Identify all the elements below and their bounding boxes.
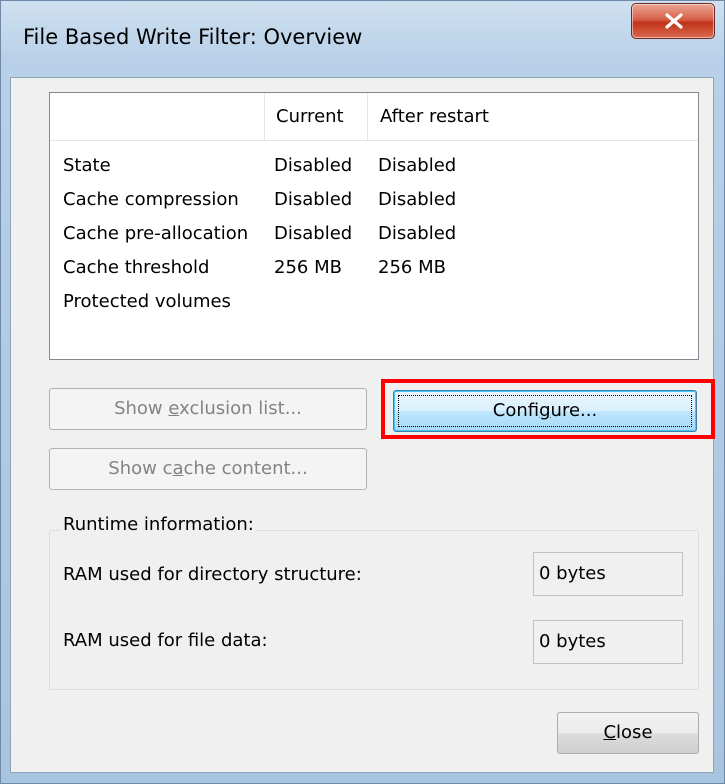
- row-label: Protected volumes: [63, 291, 231, 312]
- ram-file-data-label: RAM used for file data:: [63, 630, 268, 651]
- row-current: Disabled: [274, 155, 353, 176]
- row-after-restart: 256 MB: [378, 257, 446, 278]
- button-label: Show exclusion list...: [114, 398, 302, 419]
- ram-directory-value: 0 bytes: [533, 552, 683, 596]
- dialog-client-area: Current After restart State Disabled Dis…: [10, 77, 715, 773]
- configure-button[interactable]: Configure...: [393, 390, 697, 432]
- focus-rectangle: [398, 395, 692, 427]
- list-item[interactable]: Cache threshold 256 MB 256 MB: [50, 257, 698, 291]
- show-exclusion-list-button[interactable]: Show exclusion list...: [49, 388, 367, 430]
- show-cache-content-button[interactable]: Show cache content...: [49, 448, 367, 490]
- group-label: Runtime information:: [61, 514, 256, 535]
- status-list[interactable]: Current After restart State Disabled Dis…: [49, 92, 699, 360]
- row-after-restart: Disabled: [378, 189, 457, 210]
- ram-directory-label: RAM used for directory structure:: [63, 564, 362, 585]
- row-label: Cache compression: [63, 189, 239, 210]
- dialog-window: File Based Write Filter: Overview Curren…: [0, 0, 725, 784]
- window-close-button[interactable]: [631, 3, 715, 39]
- button-label: Close: [603, 722, 653, 743]
- ram-file-data-value: 0 bytes: [533, 620, 683, 664]
- status-list-header: Current After restart: [50, 93, 698, 141]
- row-current: 256 MB: [274, 257, 342, 278]
- row-after-restart: Disabled: [378, 223, 457, 244]
- column-separator: [367, 93, 368, 141]
- close-button[interactable]: Close: [557, 712, 699, 754]
- column-header-current[interactable]: Current: [276, 106, 344, 127]
- list-item[interactable]: Cache pre-allocation Disabled Disabled: [50, 223, 698, 257]
- list-item[interactable]: Protected volumes: [50, 291, 698, 325]
- title-bar[interactable]: File Based Write Filter: Overview: [1, 1, 724, 77]
- row-label: State: [63, 155, 111, 176]
- list-item[interactable]: State Disabled Disabled: [50, 155, 698, 189]
- row-label: Cache threshold: [63, 257, 210, 278]
- window-title: File Based Write Filter: Overview: [23, 25, 363, 49]
- column-header-after-restart[interactable]: After restart: [380, 106, 489, 127]
- column-separator: [264, 93, 265, 141]
- row-current: Disabled: [274, 223, 353, 244]
- row-current: Disabled: [274, 189, 353, 210]
- button-label: Show cache content...: [108, 458, 308, 479]
- close-icon: [665, 13, 683, 29]
- list-item[interactable]: Cache compression Disabled Disabled: [50, 189, 698, 223]
- row-label: Cache pre-allocation: [63, 223, 249, 244]
- row-after-restart: Disabled: [378, 155, 457, 176]
